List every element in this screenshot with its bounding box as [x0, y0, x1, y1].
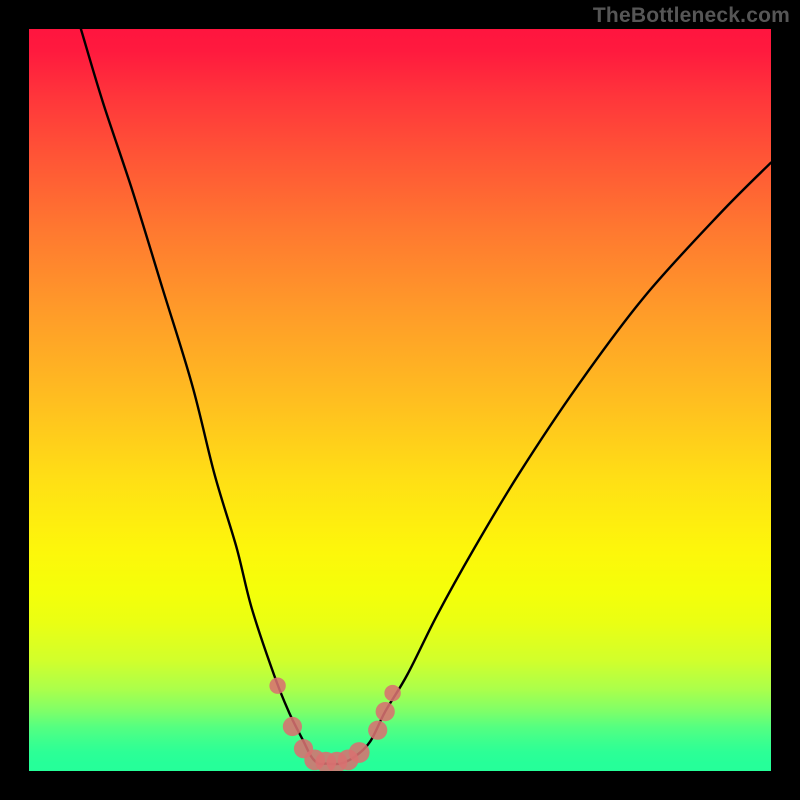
curve-marker: [283, 717, 302, 736]
curve-marker: [368, 721, 387, 740]
curve-marker: [349, 742, 370, 763]
marker-group: [269, 678, 400, 772]
chart-overlay: [29, 29, 771, 771]
curve-marker: [269, 678, 285, 694]
watermark-text: TheBottleneck.com: [593, 4, 790, 28]
curve-marker: [376, 702, 395, 721]
bottleneck-curve: [81, 29, 771, 764]
curve-marker: [384, 685, 400, 701]
plot-area: [29, 29, 771, 771]
outer-frame: TheBottleneck.com: [0, 0, 800, 800]
